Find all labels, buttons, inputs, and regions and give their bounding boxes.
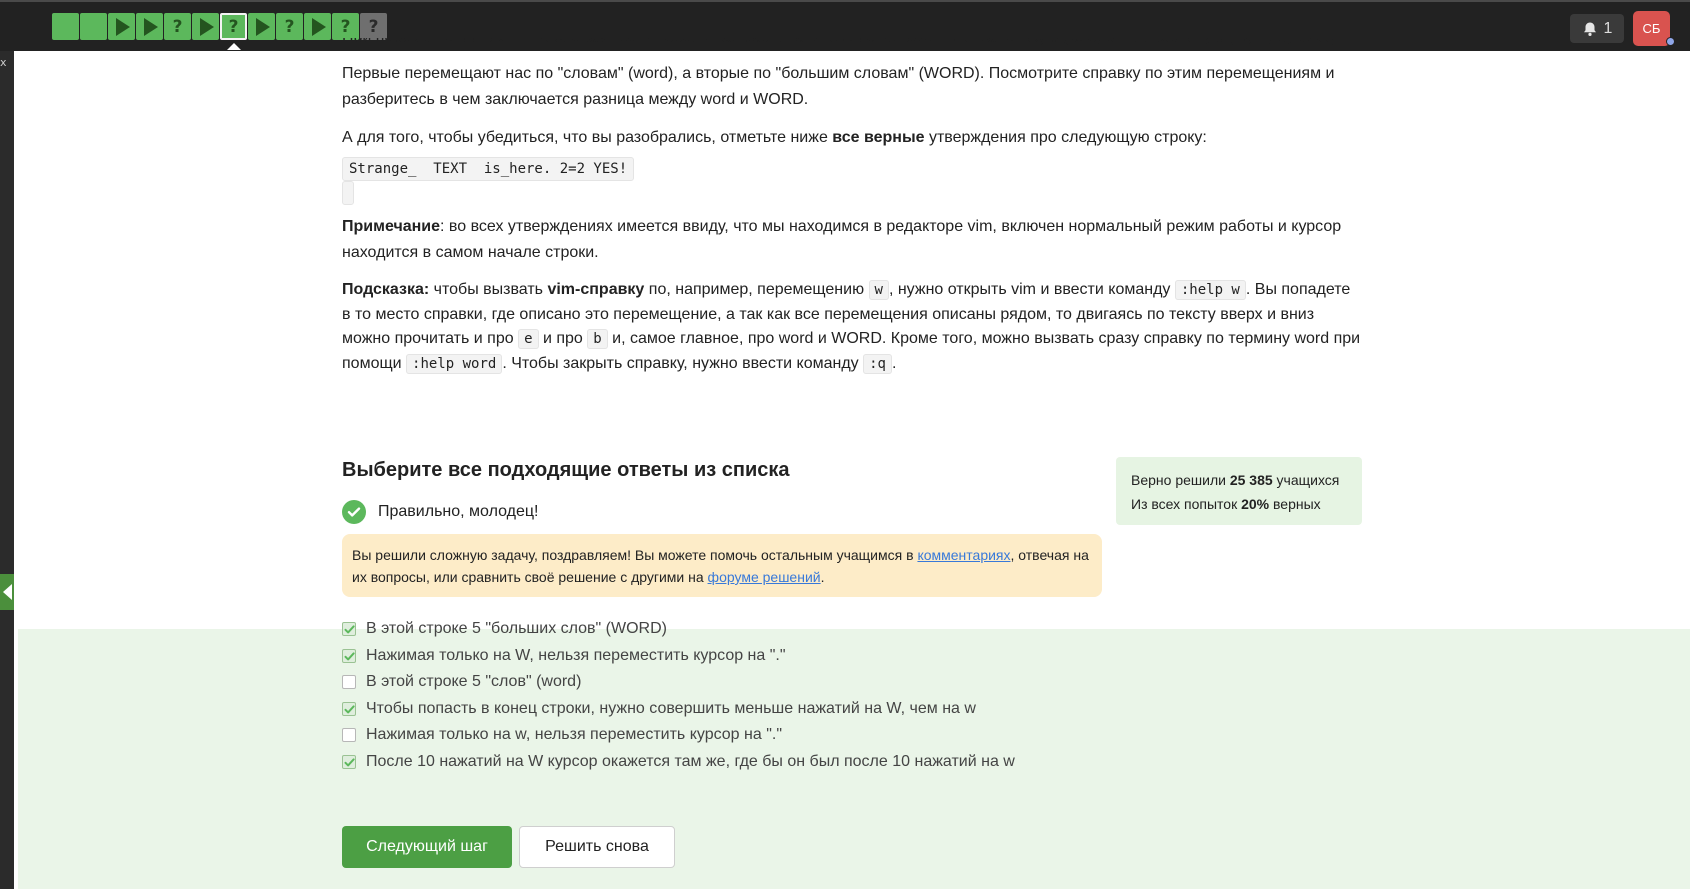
congrats-notice: Вы решили сложную задачу, поздравляем! В… — [342, 534, 1102, 597]
inline-code-help-word: :help word — [406, 353, 503, 374]
inline-code-help-w: :help w — [1174, 280, 1246, 300]
status-text: Правильно, молодец! — [378, 503, 539, 520]
comments-link[interactable]: комментариях — [917, 547, 1010, 563]
hint-paragraph: Подсказка: чтобы вызвать vim-справку по,… — [342, 280, 1361, 374]
answer-option[interactable]: В этой строке 5 "больших слов" (WORD) — [342, 620, 667, 638]
play-icon — [144, 17, 158, 36]
answer-option-label: В этой строке 5 "слов" (word) — [366, 673, 582, 690]
checkmark-icon — [344, 651, 355, 660]
answer-option[interactable]: Чтобы попасть в конец строки, нужно сове… — [342, 700, 976, 718]
inline-code-q: :q — [863, 353, 892, 374]
answer-option-label: Нажимая только на W, нельзя переместить … — [366, 647, 786, 664]
left-strip — [0, 51, 14, 889]
step-1-text[interactable] — [52, 13, 79, 40]
play-icon — [116, 17, 130, 36]
play-icon — [200, 17, 214, 36]
question-icon: ? — [172, 16, 183, 37]
step-9-quiz[interactable]: ? — [276, 13, 303, 40]
step-2-text[interactable] — [80, 13, 107, 40]
question-icon: ? — [228, 16, 239, 37]
answer-option-label: Нажимая только на w, нельзя переместить … — [366, 726, 782, 743]
code-block: Strange_ TEXT is_here. 2=2 YES! — [342, 157, 635, 181]
stats-box: Верно решили 25 385 учащихся Из всех поп… — [1116, 457, 1362, 525]
user-avatar[interactable]: СБ — [1633, 11, 1670, 46]
step-11-quiz[interactable]: ? — [332, 13, 359, 40]
step-navigation: ????? — [52, 13, 387, 50]
answer-option-label: В этой строке 5 "больших слов" (WORD) — [366, 620, 667, 637]
next-step-button[interactable]: Следующий шаг — [342, 826, 512, 868]
inline-code-e: e — [518, 329, 539, 349]
correct-percent-line: Из всех попыток 20% верных — [1131, 496, 1321, 512]
step-10-video[interactable] — [304, 13, 331, 40]
checkbox-unchecked[interactable] — [342, 728, 356, 742]
answer-option[interactable]: Нажимая только на W, нельзя переместить … — [342, 647, 786, 665]
online-indicator — [1666, 37, 1675, 46]
answer-option[interactable]: После 10 нажатий на W курсор окажется та… — [342, 753, 1015, 771]
question-icon: ? — [284, 16, 295, 37]
check-circle-icon — [342, 500, 366, 524]
checkbox-checked[interactable] — [342, 755, 356, 769]
play-icon — [256, 17, 270, 36]
answer-option[interactable]: В этой строке 5 "слов" (word) — [342, 673, 581, 691]
step-5-quiz[interactable]: ? — [164, 13, 191, 40]
result-status: Правильно, молодец! — [342, 500, 538, 524]
sidebar-toggle-button[interactable] — [0, 574, 14, 610]
checkmark-icon — [344, 624, 355, 633]
checkmark-icon — [344, 704, 355, 713]
solutions-forum-link[interactable]: форуме решений — [708, 569, 821, 585]
step-7-quiz[interactable]: ? — [220, 13, 247, 50]
answer-option-label: Чтобы попасть в конец строки, нужно сове… — [366, 700, 976, 717]
code-block-line — [342, 181, 354, 205]
notifications-button[interactable]: 1 — [1570, 14, 1624, 43]
question-icon: ? — [368, 16, 379, 37]
checkmark-icon — [344, 757, 355, 766]
checkbox-checked[interactable] — [342, 649, 356, 663]
step-6-video[interactable] — [192, 13, 219, 40]
step-8-video[interactable] — [248, 13, 275, 40]
answer-option-label: После 10 нажатий на W курсор окажется та… — [366, 753, 1015, 770]
note-paragraph: Примечание: во всех утверждениях имеется… — [342, 218, 1342, 261]
checkbox-checked[interactable] — [342, 702, 356, 716]
close-icon[interactable]: x — [0, 56, 7, 69]
inline-code-b: b — [587, 329, 608, 349]
step-3-video[interactable] — [108, 13, 135, 40]
solved-count-line: Верно решили 25 385 учащихся — [1131, 472, 1340, 488]
checkbox-checked[interactable] — [342, 622, 356, 636]
retry-button[interactable]: Решить снова — [519, 826, 675, 868]
inline-code-w: w — [868, 280, 889, 300]
question-paragraph: А для того, чтобы убедиться, что вы разо… — [342, 129, 1207, 146]
intro-paragraph: Первые перемещают нас по "словам" (word)… — [342, 65, 1335, 108]
bell-icon — [1583, 22, 1596, 36]
question-icon: ? — [340, 16, 351, 37]
step-12-quiz[interactable]: ? — [360, 13, 387, 40]
checkbox-unchecked[interactable] — [342, 675, 356, 689]
answer-option[interactable]: Нажимая только на w, нельзя переместить … — [342, 726, 782, 744]
step-4-video[interactable] — [136, 13, 163, 40]
notifications-count: 1 — [1603, 19, 1613, 37]
chevron-left-icon — [2, 584, 12, 600]
task-title: Выберите все подходящие ответы из списка — [342, 459, 790, 481]
play-icon — [312, 17, 326, 36]
